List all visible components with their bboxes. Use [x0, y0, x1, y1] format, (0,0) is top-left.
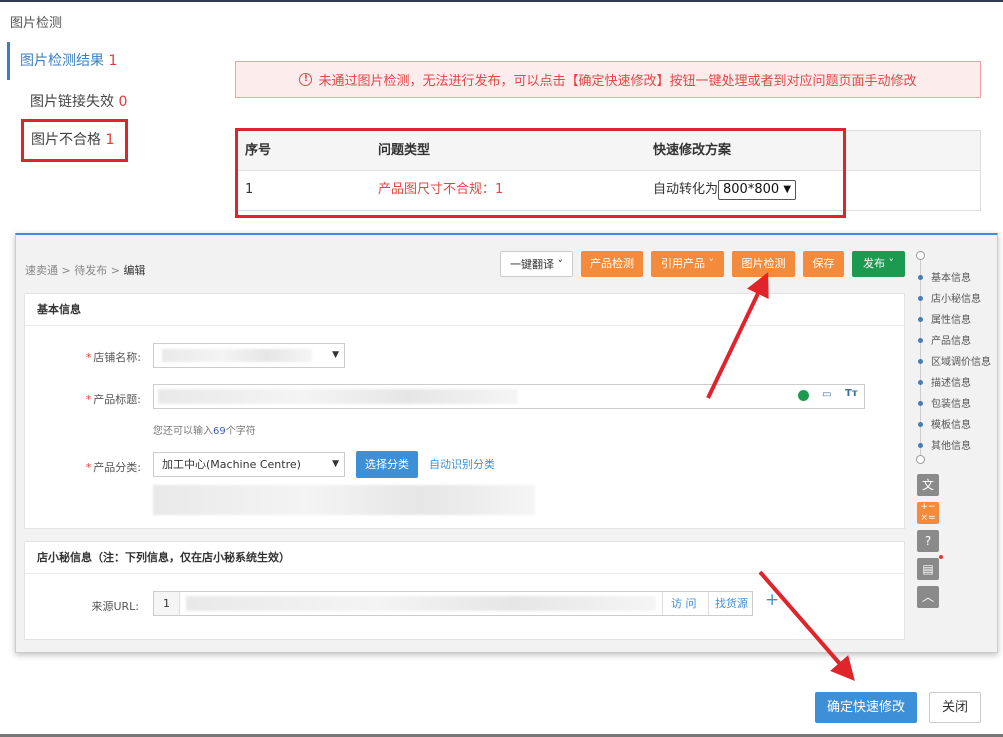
editor-screenshot: 速卖通 > 待发布 > 编辑 一键翻译 ˅ 产品检测 引用产品 ˅ 图片检测 保… — [15, 233, 998, 653]
source-url-label: 来源URL: — [91, 600, 139, 613]
publish-button[interactable]: 发布 ˅ — [852, 251, 905, 277]
store-label: * 店铺名称: — [85, 351, 141, 364]
store-label-text: 店铺名称: — [93, 351, 141, 364]
image-text-icon[interactable]: ▭ — [822, 389, 831, 400]
url-index: 1 — [154, 592, 180, 615]
source-url-input[interactable]: 1 访 问 找货源 — [153, 591, 753, 616]
side-nav-item[interactable]: 区域调价信息 — [916, 353, 991, 368]
side-nav-item[interactable]: 店小秘信息 — [916, 290, 981, 305]
breadcrumb-current: 编辑 — [123, 264, 146, 277]
nav-link-failed-count: 0 — [118, 94, 128, 110]
scroll-top-icon[interactable]: ︿ — [917, 586, 939, 608]
remaining-prefix: 您还可以输入 — [153, 426, 213, 437]
visit-link[interactable]: 访 问 — [662, 592, 697, 615]
product-title-label-text: 产品标题: — [93, 393, 141, 406]
redacted-title — [158, 389, 518, 404]
top-border — [0, 0, 1003, 2]
translate-button[interactable]: 一键翻译 ˅ — [500, 251, 573, 277]
basic-info-card: 基本信息 * 店铺名称: ▼ * 产品标题: ▭ Tт 您还可以输入69个字符 * 产… — [24, 293, 905, 529]
basic-info-title: 基本信息 — [25, 294, 904, 326]
remaining-chars: 您还可以输入69个字符 — [153, 422, 256, 437]
side-nav-item[interactable]: 包装信息 — [916, 395, 971, 410]
side-nav-item[interactable]: 模板信息 — [916, 416, 971, 431]
side-nav-end — [916, 455, 925, 464]
side-nav-item[interactable]: 基本信息 — [916, 269, 971, 284]
category-value: 加工中心(Machine Centre) — [162, 458, 301, 471]
nav-unqualified[interactable]: 图片不合格 1 — [21, 119, 128, 162]
remaining-suffix: 个字符 — [225, 426, 256, 437]
alert-text: 未通过图片检测，无法进行发布，可以点击【确定快速修改】按钮一键处理或者到对应问题… — [318, 74, 917, 89]
confirm-quick-fix-button[interactable]: 确定快速修改 — [815, 692, 917, 723]
ai-icon[interactable] — [798, 390, 809, 401]
secretary-info-card: 店小秘信息（注：下列信息，仅在店小秘系统生效） 来源URL: 1 访 问 找货源… — [24, 541, 905, 640]
redacted-category-path — [153, 485, 535, 515]
remaining-count: 69 — [213, 426, 226, 437]
side-nav-item[interactable]: 其他信息 — [916, 437, 971, 452]
side-nav-item[interactable]: 描述信息 — [916, 374, 971, 389]
nav-unqualified-count: 1 — [105, 132, 115, 148]
secretary-info-title: 店小秘信息（注：下列信息，仅在店小秘系统生效） — [25, 542, 904, 574]
calculator-icon[interactable]: +− ×= — [917, 502, 939, 524]
help-icon[interactable]: ? — [917, 530, 939, 552]
breadcrumb-item[interactable]: 速卖通 — [25, 264, 58, 277]
translate-tool-icon[interactable]: 文 — [917, 474, 939, 496]
nav-link-failed[interactable]: 图片链接失效 0 — [30, 91, 127, 111]
nav-link-failed-label: 图片链接失效 — [30, 94, 114, 110]
category-select[interactable]: 加工中心(Machine Centre) ▼ — [153, 452, 345, 477]
font-size-icon[interactable]: Tт — [845, 388, 858, 399]
auto-category-link[interactable]: 自动识别分类 — [429, 456, 495, 472]
notification-dot — [939, 555, 943, 559]
nav-result-count: 1 — [108, 53, 118, 69]
product-check-button[interactable]: 产品检测 — [581, 251, 643, 277]
alert-icon: ! — [299, 73, 313, 86]
product-title-input[interactable] — [153, 384, 865, 409]
translate-label: 一键翻译 — [510, 258, 554, 271]
side-nav-item[interactable]: 属性信息 — [916, 311, 971, 326]
nav-result-label: 图片检测结果 — [20, 53, 104, 69]
add-url-button[interactable]: + — [765, 590, 779, 610]
store-select[interactable]: ▼ — [153, 343, 345, 368]
category-label-text: 产品分类: — [93, 461, 141, 474]
close-button[interactable]: 关闭 — [929, 692, 981, 723]
table-highlight-box — [235, 128, 846, 218]
category-label: * 产品分类: — [85, 461, 141, 474]
chevron-down-icon: ▼ — [332, 350, 339, 360]
redacted-url — [186, 596, 656, 611]
redacted-store — [162, 349, 312, 362]
dialog-title: 图片检测 — [10, 16, 63, 31]
chevron-down-icon: ▼ — [332, 459, 339, 469]
breadcrumb: 速卖通 > 待发布 > 编辑 — [25, 264, 146, 277]
nav-unqualified-label: 图片不合格 — [31, 132, 101, 148]
side-nav-start — [916, 251, 925, 260]
cite-product-label: 引用产品 — [661, 257, 705, 270]
nav-image-check-result[interactable]: 图片检测结果 1 — [7, 42, 207, 80]
publish-label: 发布 — [863, 257, 885, 270]
side-nav-item[interactable]: 产品信息 — [916, 332, 971, 347]
save-button[interactable]: 保存 — [803, 251, 844, 277]
find-source-link[interactable]: 找货源 — [708, 592, 748, 615]
cite-product-button[interactable]: 引用产品 ˅ — [651, 251, 724, 277]
image-check-button[interactable]: 图片检测 — [732, 251, 795, 277]
product-title-label: * 产品标题: — [85, 393, 141, 406]
error-alert: ! 未通过图片检测，无法进行发布，可以点击【确定快速修改】按钮一键处理或者到对应… — [235, 61, 981, 98]
archive-icon[interactable]: ▤ — [917, 558, 939, 580]
choose-category-button[interactable]: 选择分类 — [356, 451, 418, 478]
breadcrumb-item[interactable]: 待发布 — [74, 264, 107, 277]
